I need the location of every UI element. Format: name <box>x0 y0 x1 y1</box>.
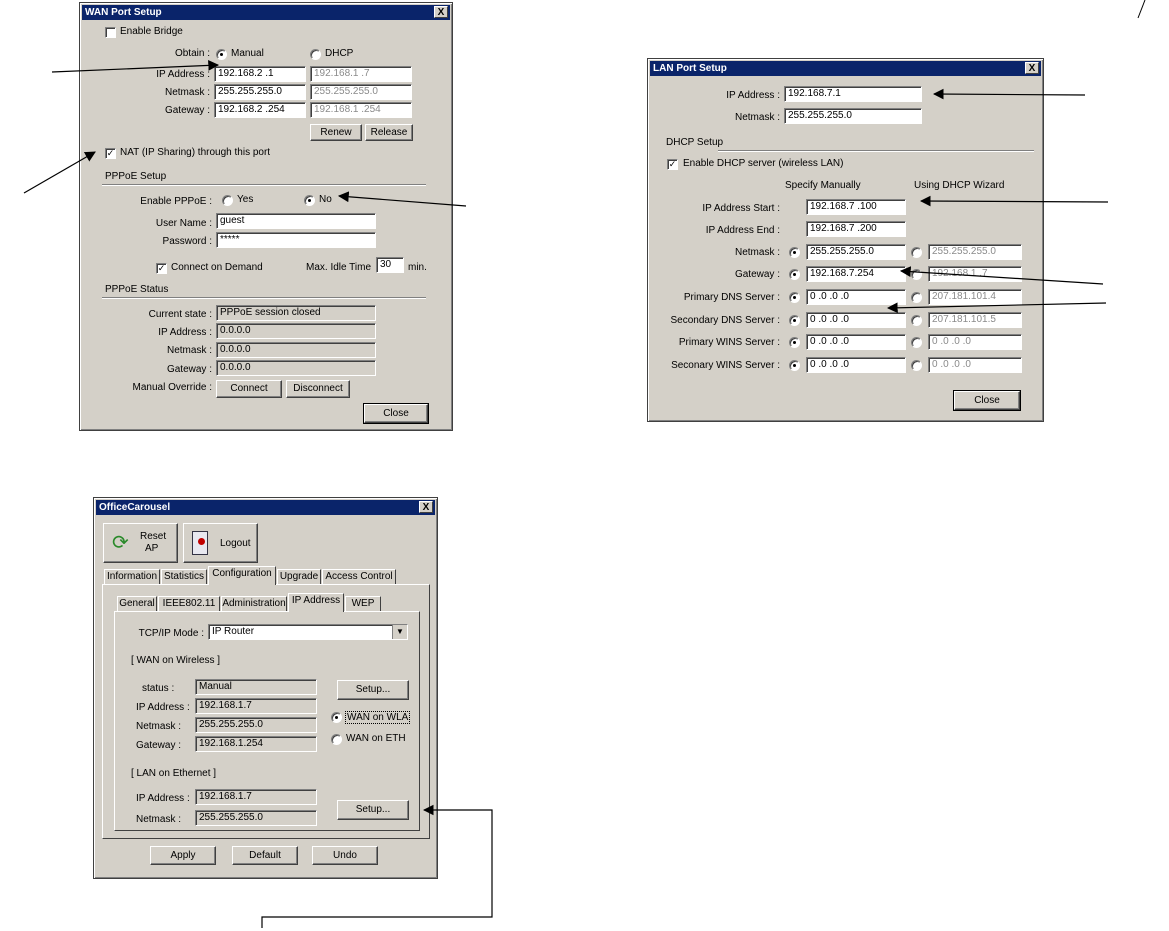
arrow-wan-nat <box>23 151 96 194</box>
arrow-lan-gateway <box>899 266 1104 285</box>
top-right-divider <box>1137 0 1146 19</box>
arrow-lan-ip <box>932 88 1086 100</box>
tab-ip-address[interactable]: IP Address <box>288 593 344 612</box>
arrow-wan-pppoe-no <box>337 191 467 207</box>
tab-configuration[interactable]: Configuration <box>208 566 276 585</box>
annotation-arrows <box>23 0 1146 928</box>
arrow-wan-ip <box>51 60 220 73</box>
arrow-lan-ip-start <box>919 195 1109 207</box>
arrow-oc-lan-setup <box>261 804 493 928</box>
arrow-lan-dns <box>886 302 1107 314</box>
